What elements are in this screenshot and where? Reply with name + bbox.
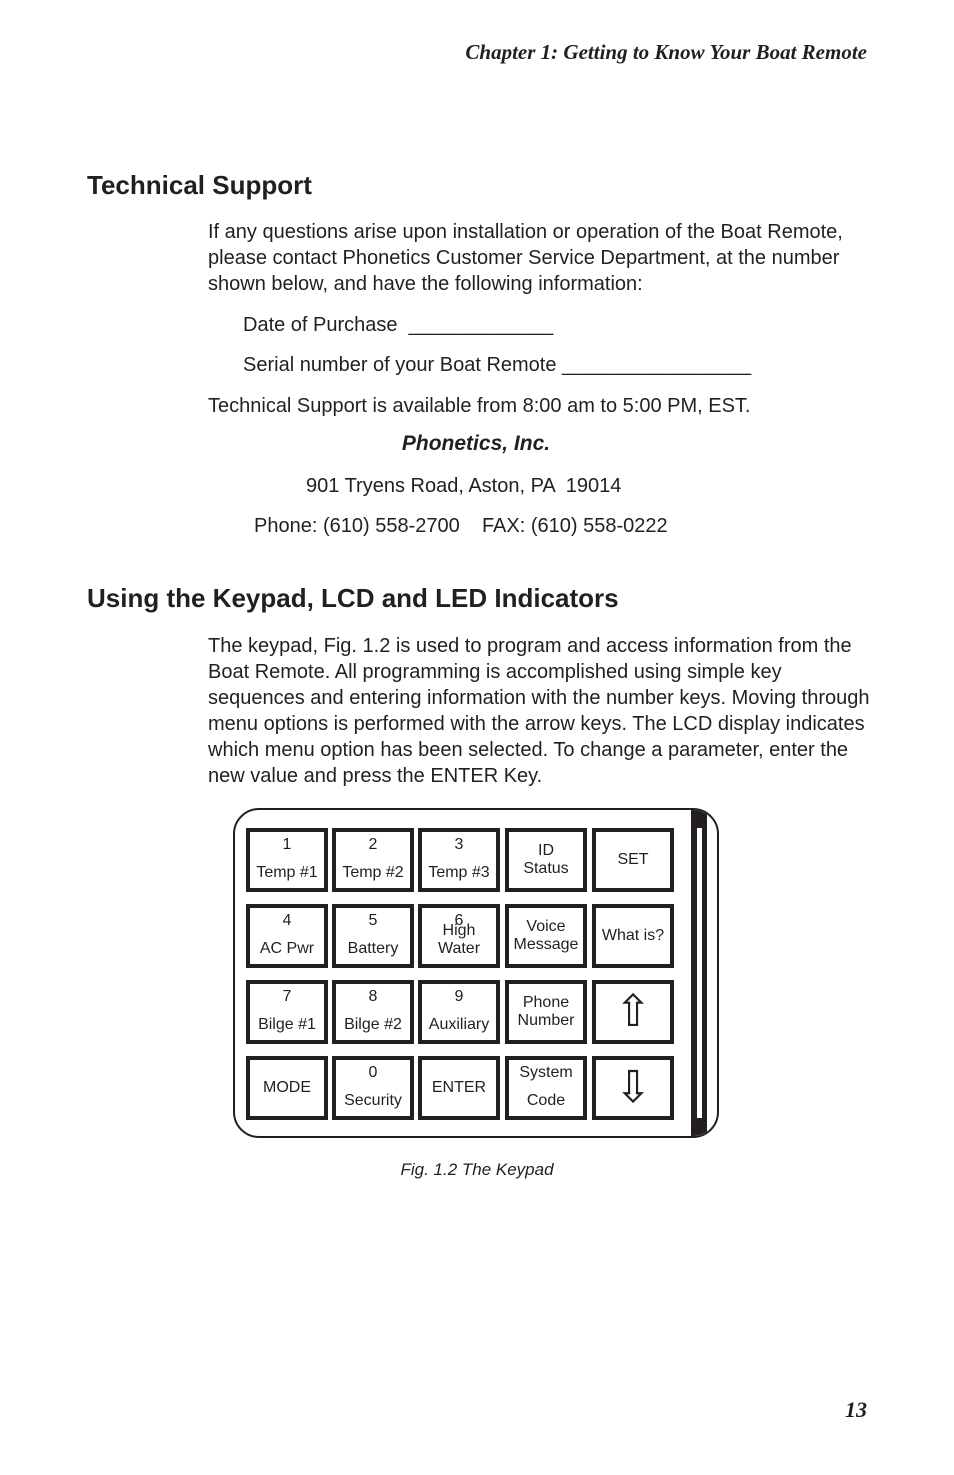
keypad-key[interactable]: 1 Temp #1 [246,828,328,892]
key-secondary-label: Code [526,1092,566,1109]
down-arrow-icon: ⇩ [614,1063,652,1112]
support-hours: Technical Support is available from 8:00… [208,395,751,417]
keypad-key[interactable]: MODE [246,1056,328,1120]
key-label: What is? [601,927,665,944]
keypad-key[interactable]: ⇩ [592,1056,674,1120]
keypad-key[interactable]: 9 Auxiliary [418,980,500,1044]
figure-caption: Fig. 1.2 The Keypad [400,1160,554,1179]
keypad-key[interactable]: 6 High Water [418,904,500,968]
serial-number-field: Serial number of your Boat Remote ______… [243,354,752,376]
key-primary-label: 5 [368,912,378,929]
key-secondary-label: Temp #3 [428,864,490,881]
key-label: ID Status [523,842,569,877]
key-label: Phone Number [517,994,575,1029]
key-label: Voice Message [513,918,579,953]
key-primary-label: 0 [368,1064,378,1081]
key-primary-label: System [519,1064,573,1081]
up-arrow-icon: ⇧ [614,987,652,1036]
key-secondary-label: Temp #1 [256,864,318,881]
keypad-key[interactable]: SET [592,828,674,892]
keypad-section-heading: Using the Keypad, LCD and LED Indicators [87,583,619,613]
keypad-key[interactable]: System Code [505,1056,587,1120]
page-number: 13 [845,1397,867,1422]
key-label: SET [617,851,649,868]
keypad-figure: 1 Temp #1 2 Temp #2 3 Temp #3 ID Status SET 4 AC P… [233,808,719,1138]
keypad-key[interactable]: 7 Bilge #1 [246,980,328,1044]
key-label: ENTER [431,1079,487,1096]
company-address: 901 Tryens Road, Aston, PA 19014 [306,475,622,497]
keypad-key[interactable]: Voice Message [505,904,587,968]
key-secondary-label: Battery [347,940,399,957]
key-primary-label: 8 [368,988,378,1005]
key-secondary-label: High Water [437,922,481,957]
keypad-key[interactable]: 5 Battery [332,904,414,968]
key-secondary-label: Bilge #2 [344,1016,402,1033]
key-primary-label: 3 [454,836,464,853]
date-of-purchase-field: Date of Purchase _____________ [243,314,554,336]
key-primary-label: 7 [282,988,292,1005]
key-primary-label: 2 [368,836,378,853]
keypad-key[interactable]: ⇧ [592,980,674,1044]
key-secondary-label: Security [344,1092,402,1109]
key-secondary-label: AC Pwr [259,940,315,957]
keypad-side-bar-highlight [697,828,702,1118]
keypad-key[interactable]: 8 Bilge #2 [332,980,414,1044]
key-label: MODE [263,1079,311,1096]
key-primary-label: 9 [454,988,464,1005]
keypad-key[interactable]: What is? [592,904,674,968]
keypad-key[interactable]: 0 Security [332,1056,414,1120]
key-secondary-label: Auxiliary [428,1016,490,1033]
keypad-key[interactable]: 3 Temp #3 [418,828,500,892]
running-head: Chapter 1: Getting to Know Your Boat Rem… [465,40,867,64]
keypad-key[interactable]: 4 AC Pwr [246,904,328,968]
keypad-key[interactable]: ID Status [505,828,587,892]
technical-support-intro: If any questions arise upon installation… [208,221,843,295]
phone-fax: Phone: (610) 558-2700 FAX: (610) 558-022… [254,515,668,537]
company-name-text: Phonetics, Inc. [401,432,551,455]
key-secondary-label: Bilge #1 [258,1016,316,1033]
keypad-section-body: The keypad, Fig. 1.2 is used to program … [208,635,870,787]
technical-support-heading: Technical Support [87,170,312,200]
key-primary-label: 1 [282,836,292,853]
keypad-key[interactable]: ENTER [418,1056,500,1120]
key-primary-label: 4 [282,912,292,929]
keypad-key[interactable]: Phone Number [505,980,587,1044]
company-name: Phonetics, Inc. [0,432,954,456]
key-secondary-label: Temp #2 [342,864,404,881]
keypad-key[interactable]: 2 Temp #2 [332,828,414,892]
